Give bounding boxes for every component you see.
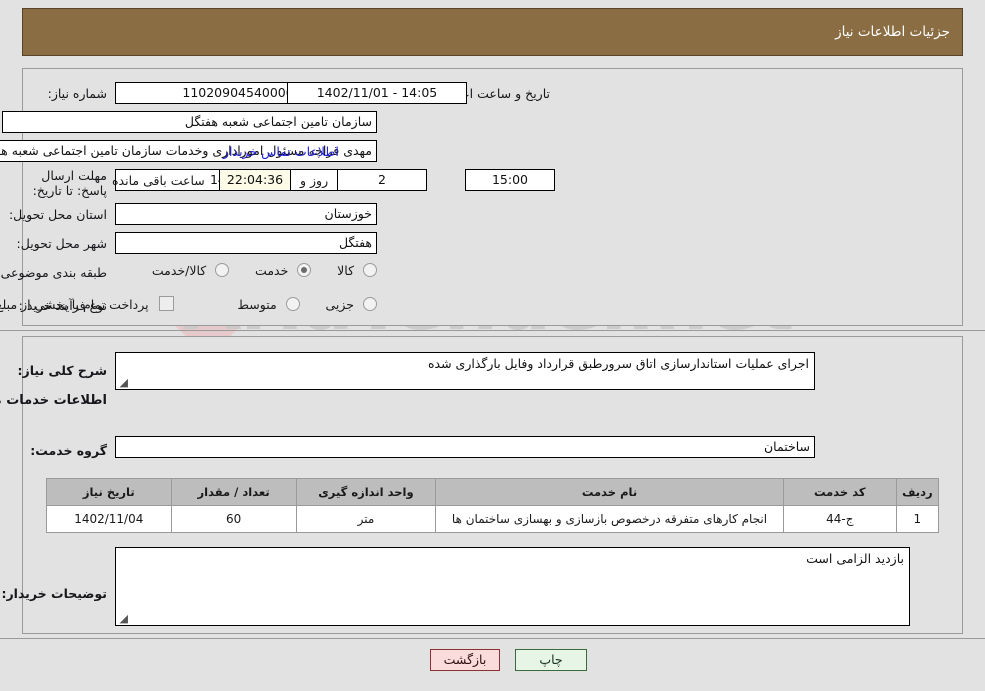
services-table: ردیف کد خدمت نام خدمت واحد اندازه گیری ت… <box>46 478 940 533</box>
print-button[interactable]: چاپ <box>515 649 587 671</box>
col-service-code: کد خدمت <box>782 478 897 506</box>
cell-service-name: انجام کارهای متفرقه درخصوص بازسازی و بهس… <box>435 505 784 533</box>
cell-quantity: 60 <box>170 505 297 533</box>
need-summary-panel <box>22 68 963 326</box>
col-service-name: نام خدمت <box>435 478 784 506</box>
radio-icon <box>363 296 377 311</box>
category-option-kala-label: کالا <box>337 263 355 278</box>
process-option-motevaset[interactable]: متوسط <box>237 296 300 312</box>
general-desc-textarea[interactable]: اجرای عملیات استاندارسازی اتاق سرورطبق ق… <box>115 352 815 390</box>
section-divider-top <box>0 330 985 331</box>
category-label: طبقه بندی موضوعی: <box>0 265 107 280</box>
city-value: هفتگل <box>115 232 377 254</box>
general-desc-label: شرح کلی نیاز: <box>17 363 107 378</box>
col-unit: واحد اندازه گیری <box>295 478 437 506</box>
deadline-countdown-value: 22:04:36 <box>219 169 291 191</box>
province-label: استان محل تحویل: <box>8 207 107 222</box>
deadline-days-value: 2 <box>337 169 427 191</box>
checkbox-icon <box>158 296 174 311</box>
public-announce-value: 14:05 - 1402/11/01 <box>287 82 467 104</box>
process-option-jozii-label: جزیی <box>325 296 355 312</box>
resize-grip-icon[interactable]: ◢ <box>118 377 128 388</box>
radio-selected-icon <box>297 263 312 277</box>
category-option-kala[interactable]: کالا <box>337 263 377 278</box>
treasury-bond-label: پرداخت تمام یا بخشی از مبلغ خرید،از محل … <box>0 297 149 312</box>
province-value: خوزستان <box>115 203 377 225</box>
deadline-time-value: 15:00 <box>465 169 555 191</box>
cell-need-date: 1402/11/04 <box>46 505 172 533</box>
category-option-kala-khedmat[interactable]: کالا/خدمت <box>151 263 230 278</box>
category-option-khedmat[interactable]: خدمت <box>255 263 312 278</box>
cell-unit: متر <box>295 505 437 533</box>
buyer-notes-label: توضیحات خریدار: <box>1 586 107 601</box>
radio-icon <box>285 296 300 311</box>
section-divider-bottom <box>0 638 985 639</box>
col-row-no: ردیف <box>895 478 940 506</box>
general-desc-value: اجرای عملیات استاندارسازی اتاق سرورطبق ق… <box>427 356 809 371</box>
process-option-jozii[interactable]: جزیی <box>325 296 377 312</box>
buyer-contact-link[interactable]: اطلاعات تماس خریدار <box>223 144 339 159</box>
radio-icon <box>215 263 230 277</box>
radio-icon <box>363 263 377 277</box>
col-quantity: تعداد / مقدار <box>170 478 297 506</box>
need-number-label: شماره نیاز: <box>47 86 107 101</box>
resize-grip-icon[interactable]: ◢ <box>118 613 128 624</box>
services-heading: اطلاعات خدمات مورد نیاز <box>0 393 107 408</box>
buyer-org-value: سازمان تامین اجتماعی شعبه هفتگل <box>2 111 377 133</box>
service-group-label: گروه خدمت: <box>30 443 107 458</box>
cell-row-no: 1 <box>895 505 940 533</box>
table-header-row: ردیف کد خدمت نام خدمت واحد اندازه گیری ت… <box>46 478 940 506</box>
deadline-countdown-suffix: ساعت باقی مانده <box>112 173 205 188</box>
category-option-kala-khedmat-label: کالا/خدمت <box>151 263 207 278</box>
page-header-bar: جزئیات اطلاعات نیاز <box>22 8 963 56</box>
service-group-value: ساختمان <box>115 436 815 458</box>
buyer-notes-value: بازدید الزامی است <box>806 551 904 566</box>
page-title: جزئیات اطلاعات نیاز <box>835 24 950 40</box>
buyer-notes-textarea[interactable]: بازدید الزامی است ◢ <box>115 547 910 626</box>
category-option-khedmat-label: خدمت <box>255 263 289 278</box>
process-option-motevaset-label: متوسط <box>237 296 277 312</box>
table-row: 1 ج-44 انجام کارهای متفرقه درخصوص بازساز… <box>46 505 940 533</box>
deadline-days-suffix: روز و <box>300 173 329 188</box>
treasury-bond-checkbox[interactable]: پرداخت تمام یا بخشی از مبلغ خرید،از محل … <box>0 296 174 312</box>
col-need-date: تاریخ نیاز <box>46 478 172 506</box>
deadline-label: مهلت ارسال پاسخ: تا تاریخ: <box>32 168 107 198</box>
back-button[interactable]: بازگشت <box>430 649 500 671</box>
city-label: شهر محل تحویل: <box>16 236 107 251</box>
cell-service-code: ج-44 <box>782 505 897 533</box>
